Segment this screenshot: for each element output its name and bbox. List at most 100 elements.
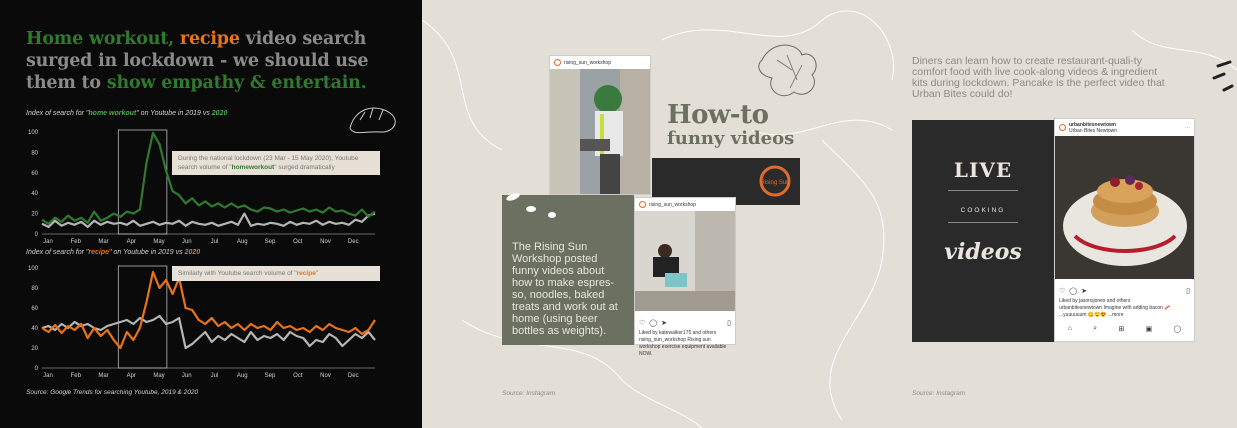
annot1-b: " surged dramatically bbox=[274, 164, 335, 171]
ub-liked: Liked by jasonsjones and others bbox=[1059, 298, 1131, 304]
heart-icon[interactable]: ♡ bbox=[639, 319, 645, 327]
pancake-photo bbox=[1055, 136, 1194, 279]
ginger-sketch-icon bbox=[758, 44, 817, 97]
divider bbox=[948, 190, 1018, 191]
live-subtitle: COOKING bbox=[960, 207, 1006, 214]
decor-dot bbox=[548, 212, 556, 218]
profile-icon[interactable]: ◯ bbox=[1173, 325, 1181, 333]
ig-username: rising_sun_workshop bbox=[564, 59, 611, 66]
x-tick-label: Nov bbox=[320, 239, 331, 245]
x-tick-label: Mar bbox=[98, 239, 108, 245]
x-tick-label: Jul bbox=[211, 239, 219, 245]
x-tick-label: Mar bbox=[98, 373, 108, 379]
annot1-kw: homeworkout bbox=[231, 164, 275, 171]
ig-post-header: rising_sun_workshop bbox=[550, 56, 650, 69]
headline: Home workout, recipe video search surged… bbox=[26, 28, 396, 94]
share-icon[interactable]: ➤ bbox=[661, 319, 667, 327]
chart1-label-kw: home workout bbox=[88, 110, 137, 117]
ub-caption: urbanbitesnewtown Imagine with adding ba… bbox=[1059, 305, 1171, 318]
y-tick-label: 80 bbox=[31, 286, 38, 292]
chart2-label-year: 2020 bbox=[184, 249, 201, 256]
y-tick-label: 20 bbox=[31, 212, 38, 218]
logo-text: Rising Sun bbox=[760, 180, 789, 186]
headline-part1: Home workout, bbox=[26, 29, 175, 49]
source-google-trends: Source: Google Trends for searching Yout… bbox=[26, 389, 199, 396]
chart2-label-kw: recipe bbox=[88, 249, 110, 256]
ig-bottom-nav: ⌂ ⌕ ⊞ ▣ ◯ bbox=[1055, 322, 1194, 336]
comment-icon[interactable]: ◯ bbox=[1069, 287, 1077, 295]
decor-dot bbox=[526, 206, 536, 212]
chart2-label-pre: Index of search for " bbox=[26, 249, 89, 256]
x-tick-label: Jun bbox=[182, 239, 192, 245]
x-tick-label: Aug bbox=[237, 239, 248, 245]
x-tick-label: Oct bbox=[293, 373, 303, 379]
y-tick-label: 40 bbox=[31, 191, 38, 197]
annot2-kw: recipe bbox=[296, 270, 316, 277]
headline-part4: show empathy & entertain. bbox=[106, 73, 367, 93]
series-line-2020 bbox=[41, 131, 376, 225]
ig-user-block: urbanbitesnewtown Urban Bites Newtown bbox=[1069, 122, 1117, 134]
bookmark-icon[interactable]: ▯ bbox=[1186, 287, 1190, 295]
x-tick-label: Jan bbox=[43, 373, 53, 379]
y-tick-label: 100 bbox=[28, 130, 39, 136]
ub-location: Urban Bites Newtown bbox=[1069, 127, 1118, 134]
x-tick-label: Sep bbox=[265, 239, 276, 245]
instagram-post-pancake[interactable]: urbanbitesnewtown Urban Bites Newtown ⋯ ♡… bbox=[1054, 118, 1195, 342]
ig-post-header: urbanbitesnewtown Urban Bites Newtown ⋯ bbox=[1055, 119, 1194, 136]
howto-small: funny videos bbox=[667, 128, 795, 149]
chart1-label: Index of search for "home workout" on Yo… bbox=[26, 110, 227, 117]
y-tick-label: 60 bbox=[31, 171, 38, 177]
howto-title: How-to funny videos bbox=[667, 100, 794, 149]
ig-actions: ♡ ◯ ➤ ▯ bbox=[635, 316, 735, 330]
y-tick-label: 0 bbox=[35, 232, 39, 238]
y-tick-label: 20 bbox=[31, 346, 38, 352]
x-tick-label: Sep bbox=[265, 373, 276, 379]
search-icon[interactable]: ⌕ bbox=[1093, 325, 1097, 333]
x-tick-label: Jul bbox=[211, 373, 219, 379]
howto-big: How-to bbox=[667, 100, 769, 130]
y-tick-label: 100 bbox=[28, 266, 39, 272]
right-slide: rising_sun_workshop How-to funny videos … bbox=[422, 0, 1237, 428]
add-icon[interactable]: ⊞ bbox=[1118, 325, 1124, 333]
ig-caption: rising_sun_workshop Rising sun workshop … bbox=[639, 337, 727, 357]
ig-liked: Liked by katewalker175 and others bbox=[639, 330, 717, 336]
more-icon[interactable]: ⋯ bbox=[1185, 125, 1190, 131]
x-tick-label: Nov bbox=[320, 373, 331, 379]
decor-marks-icon bbox=[1212, 60, 1234, 92]
chart1-label-mid: " on Youtube in 2019 vs bbox=[136, 110, 212, 117]
chart2-label-mid: " on Youtube in 2019 vs bbox=[109, 249, 185, 256]
instagram-post-workout[interactable]: rising_sun_workshop ♡ ◯ ➤ ▯ Liked by katewa… bbox=[634, 197, 736, 357]
x-tick-label: Jun bbox=[182, 373, 192, 379]
page: Home workout, recipe video search surged… bbox=[0, 0, 1237, 428]
diners-text: Diners can learn how to create restauran… bbox=[912, 55, 1165, 100]
ig-actions: ♡ ◯ ➤ ▯ bbox=[1055, 284, 1194, 298]
x-tick-label: Aug bbox=[237, 373, 248, 379]
x-tick-label: May bbox=[153, 239, 164, 245]
shop-icon[interactable]: ▣ bbox=[1146, 325, 1153, 333]
comment-icon[interactable]: ◯ bbox=[649, 319, 657, 327]
share-icon[interactable]: ➤ bbox=[1081, 287, 1087, 295]
annotation-recipe: Similarly with Youtube search volume of … bbox=[172, 266, 380, 281]
instagram-post-espresso[interactable]: rising_sun_workshop bbox=[549, 55, 651, 195]
divider bbox=[948, 222, 1018, 223]
y-tick-label: 0 bbox=[35, 366, 39, 372]
avatar bbox=[1059, 124, 1066, 131]
live-videos: videos bbox=[944, 239, 1022, 265]
chart-home-workout: 0 20 40 60 80 100 Jan Feb Mar Apr May Jun Jul Aug Sep O… bbox=[28, 129, 376, 245]
espresso-photo bbox=[550, 69, 650, 194]
x-tick-label: Apr bbox=[127, 239, 136, 245]
home-icon[interactable]: ⌂ bbox=[1068, 325, 1072, 333]
live-cooking-panel: LIVE COOKING videos bbox=[912, 120, 1054, 342]
avatar bbox=[639, 201, 646, 208]
annotation-homeworkout: During the national lockdown (23 Mar - 1… bbox=[172, 151, 380, 175]
y-tick-label: 60 bbox=[31, 306, 38, 312]
x-tick-label: Feb bbox=[71, 373, 82, 379]
chart1-label-pre: Index of search for " bbox=[26, 110, 89, 117]
heart-icon[interactable]: ♡ bbox=[1059, 287, 1065, 295]
avatar bbox=[554, 59, 561, 66]
source-instagram-1: Source: Instagram bbox=[502, 390, 556, 397]
ig-username: rising_sun_workshop bbox=[649, 201, 696, 208]
x-tick-label: Feb bbox=[71, 239, 82, 245]
bookmark-icon[interactable]: ▯ bbox=[727, 319, 731, 327]
x-tick-label: Dec bbox=[348, 373, 359, 379]
